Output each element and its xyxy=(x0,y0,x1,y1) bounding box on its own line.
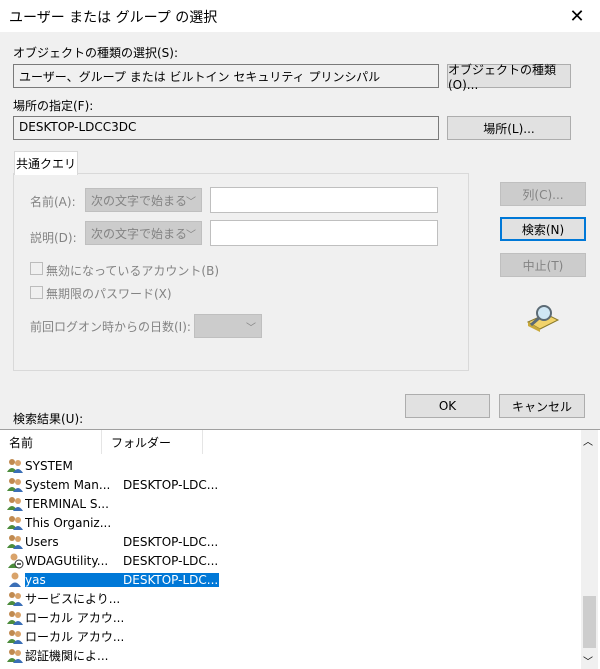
row-name: TERMINAL S... xyxy=(25,496,109,511)
table-row[interactable]: ローカル アカウ... xyxy=(6,608,219,627)
row-name: サービスにより... xyxy=(25,592,121,606)
search-button[interactable]: 検索(N) xyxy=(500,217,586,241)
chevron-down-icon: ﹀ xyxy=(186,230,196,241)
row-folder: DESKTOP-LDC... xyxy=(123,477,219,492)
group-icon xyxy=(6,629,25,645)
table-row[interactable]: This Organiz... xyxy=(6,513,219,532)
description-mode-value: 次の文字で始まる xyxy=(91,227,188,241)
table-row[interactable]: yas DESKTOP-LDC... xyxy=(6,570,219,589)
disabled-accounts-checkbox[interactable] xyxy=(30,262,43,275)
location-label: 場所の指定(F): xyxy=(13,99,94,113)
columns-button[interactable]: 列(C)... xyxy=(500,182,586,206)
table-row[interactable]: ローカル アカウ... xyxy=(6,627,219,646)
name-label: 名前(A): xyxy=(30,195,76,209)
group-icon xyxy=(6,648,25,664)
cancel-button[interactable]: キャンセル xyxy=(499,394,585,418)
search-folder-icon xyxy=(526,305,560,332)
close-icon: ✕ xyxy=(569,5,585,27)
group-icon xyxy=(6,534,25,550)
object-types-button[interactable]: オブジェクトの種類(O)... xyxy=(447,63,571,92)
non-expiring-password-label: 無期限のパスワード(X) xyxy=(46,287,172,301)
tab-common-queries[interactable]: 共通クエリ xyxy=(14,151,78,175)
row-name: SYSTEM xyxy=(25,458,73,473)
group-icon xyxy=(6,496,25,512)
group-icon xyxy=(6,458,25,474)
row-name: WDAGUtility... xyxy=(25,553,109,568)
row-name: Users xyxy=(25,534,59,549)
row-name: ローカル アカウ... xyxy=(25,630,123,644)
row-folder: DESKTOP-LDC... xyxy=(123,553,219,568)
scroll-up-icon[interactable]: ︿ xyxy=(583,433,593,448)
row-folder: DESKTOP-LDC... xyxy=(123,534,219,549)
search-results-label: 検索結果(U): xyxy=(13,412,84,426)
column-header-name[interactable]: 名前 xyxy=(0,430,102,454)
group-icon xyxy=(6,610,25,626)
object-type-label: オブジェクトの種類の選択(S): xyxy=(13,46,179,60)
days-since-logon-label: 前回ログオン時からの日数(I): xyxy=(30,320,191,334)
table-row[interactable]: サービスにより... xyxy=(6,589,219,608)
user-icon xyxy=(6,572,25,588)
table-row[interactable]: System Man... DESKTOP-LDC... xyxy=(6,475,219,494)
row-name: System Man... xyxy=(25,477,111,492)
ok-button[interactable]: OK xyxy=(405,394,490,418)
location-field: DESKTOP-LDCC3DC xyxy=(13,116,439,140)
window-title: ユーザー または グループ の選択 xyxy=(9,10,218,26)
group-icon xyxy=(6,515,25,531)
stop-button[interactable]: 中止(T) xyxy=(500,253,586,277)
row-name: This Organiz... xyxy=(25,515,112,530)
table-row[interactable]: Users DESKTOP-LDC... xyxy=(6,532,219,551)
row-name: 認証機関によ... xyxy=(25,649,109,663)
close-button[interactable]: ✕ xyxy=(554,0,600,32)
scrollbar-thumb[interactable] xyxy=(583,596,596,648)
table-row[interactable]: SYSTEM xyxy=(6,456,219,475)
chevron-down-icon: ﹀ xyxy=(186,197,196,208)
name-mode-select[interactable]: 次の文字で始まる ﹀ xyxy=(85,188,202,212)
name-mode-value: 次の文字で始まる xyxy=(91,194,188,208)
name-input[interactable] xyxy=(210,187,438,213)
column-header-folder[interactable]: フォルダー xyxy=(102,430,203,454)
results-list[interactable]: 名前 フォルダー SYSTEM System Man... DESKTOP-LDC.… xyxy=(0,429,600,669)
object-type-field: ユーザー、グループ または ビルトイン セキュリティ プリンシパル xyxy=(13,64,439,88)
description-mode-select[interactable]: 次の文字で始まる ﹀ xyxy=(85,221,202,245)
description-input[interactable] xyxy=(210,220,438,246)
scroll-down-icon[interactable]: ﹀ xyxy=(583,653,593,668)
chevron-down-icon: ﹀ xyxy=(246,323,256,334)
table-row[interactable]: TERMINAL S... xyxy=(6,494,219,513)
row-folder: DESKTOP-LDC... xyxy=(123,572,219,587)
non-expiring-password-checkbox[interactable] xyxy=(30,286,43,299)
description-label: 説明(D): xyxy=(30,231,77,245)
disabled-user-icon xyxy=(6,553,25,569)
table-row[interactable]: 認証機関によ... xyxy=(6,646,219,665)
days-since-logon-select[interactable]: ﹀ xyxy=(194,314,262,338)
group-icon xyxy=(6,477,25,493)
row-name: yas xyxy=(25,572,123,587)
row-name: ローカル アカウ... xyxy=(25,611,123,625)
table-row[interactable]: WDAGUtility... DESKTOP-LDC... xyxy=(6,551,219,570)
disabled-accounts-label: 無効になっているアカウント(B) xyxy=(46,264,219,278)
locations-button[interactable]: 場所(L)... xyxy=(447,116,571,140)
group-icon xyxy=(6,591,25,607)
